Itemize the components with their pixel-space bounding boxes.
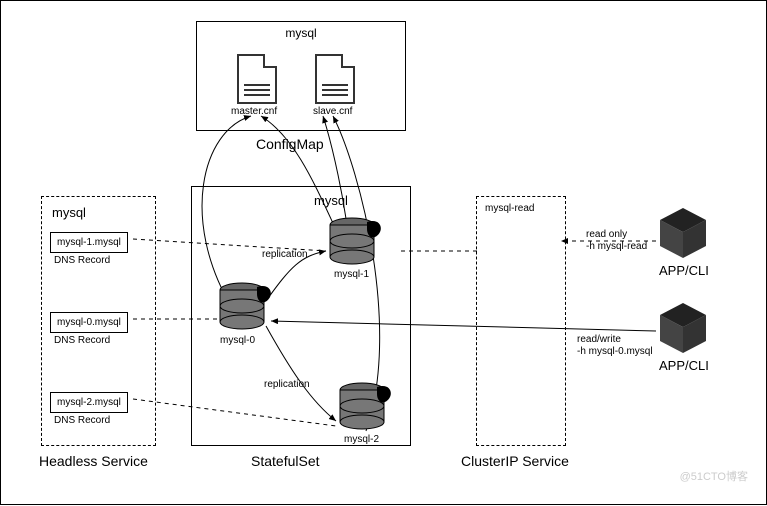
clusterip-caption: ClusterIP Service bbox=[461, 453, 569, 469]
doc-icon-master bbox=[237, 54, 273, 100]
pod-label-1: mysql-1 bbox=[334, 269, 369, 280]
dns-record-1: mysql-0.mysql bbox=[50, 312, 128, 333]
replication-label-2: replication bbox=[264, 379, 310, 390]
client-line2-1: -h mysql-0.mysql bbox=[577, 346, 653, 357]
client-line1-1: read/write bbox=[577, 334, 621, 345]
doc-icon-slave bbox=[315, 54, 351, 100]
client-caption-1: APP/CLI bbox=[659, 358, 709, 373]
configmap-box: mysql master.cnf slave.cnf bbox=[196, 21, 406, 131]
statefulset-box: mysql mysql-1 mysql-0 mysql-2 repl bbox=[191, 186, 411, 446]
doc-label-master: master.cnf bbox=[231, 106, 277, 117]
replication-label-1: replication bbox=[262, 249, 308, 260]
db-icon-mysql-1 bbox=[327, 217, 387, 267]
dns-record-2: mysql-2.mysql bbox=[50, 392, 128, 413]
configmap-caption: ConfigMap bbox=[256, 136, 324, 152]
pod-label-0: mysql-0 bbox=[220, 335, 255, 346]
client-line2-0: -h mysql-read bbox=[586, 241, 647, 252]
headless-box: mysql mysql-1.mysql DNS Record mysql-0.m… bbox=[41, 196, 156, 446]
clusterip-box: mysql-read bbox=[476, 196, 566, 446]
db-icon-mysql-2 bbox=[337, 382, 397, 432]
dns-caption-0: DNS Record bbox=[54, 255, 110, 266]
dns-caption-1: DNS Record bbox=[54, 335, 110, 346]
cube-icon-readwrite bbox=[656, 301, 711, 356]
dns-record-0: mysql-1.mysql bbox=[50, 232, 128, 253]
doc-label-slave: slave.cnf bbox=[313, 106, 352, 117]
headless-caption: Headless Service bbox=[39, 453, 148, 469]
configmap-title: mysql bbox=[197, 26, 405, 40]
watermark: @51CTO博客 bbox=[680, 468, 748, 484]
db-icon-mysql-0 bbox=[217, 282, 277, 332]
architecture-diagram: mysql master.cnf slave.cnf ConfigMap mys… bbox=[0, 0, 767, 505]
client-caption-0: APP/CLI bbox=[659, 263, 709, 278]
statefulset-title: mysql bbox=[314, 193, 348, 208]
clusterip-title: mysql-read bbox=[485, 203, 534, 214]
dns-caption-2: DNS Record bbox=[54, 415, 110, 426]
client-line1-0: read only bbox=[586, 229, 627, 240]
pod-label-2: mysql-2 bbox=[344, 434, 379, 445]
statefulset-caption: StatefulSet bbox=[251, 453, 320, 469]
cube-icon-readonly bbox=[656, 206, 711, 261]
headless-title: mysql bbox=[52, 205, 86, 220]
